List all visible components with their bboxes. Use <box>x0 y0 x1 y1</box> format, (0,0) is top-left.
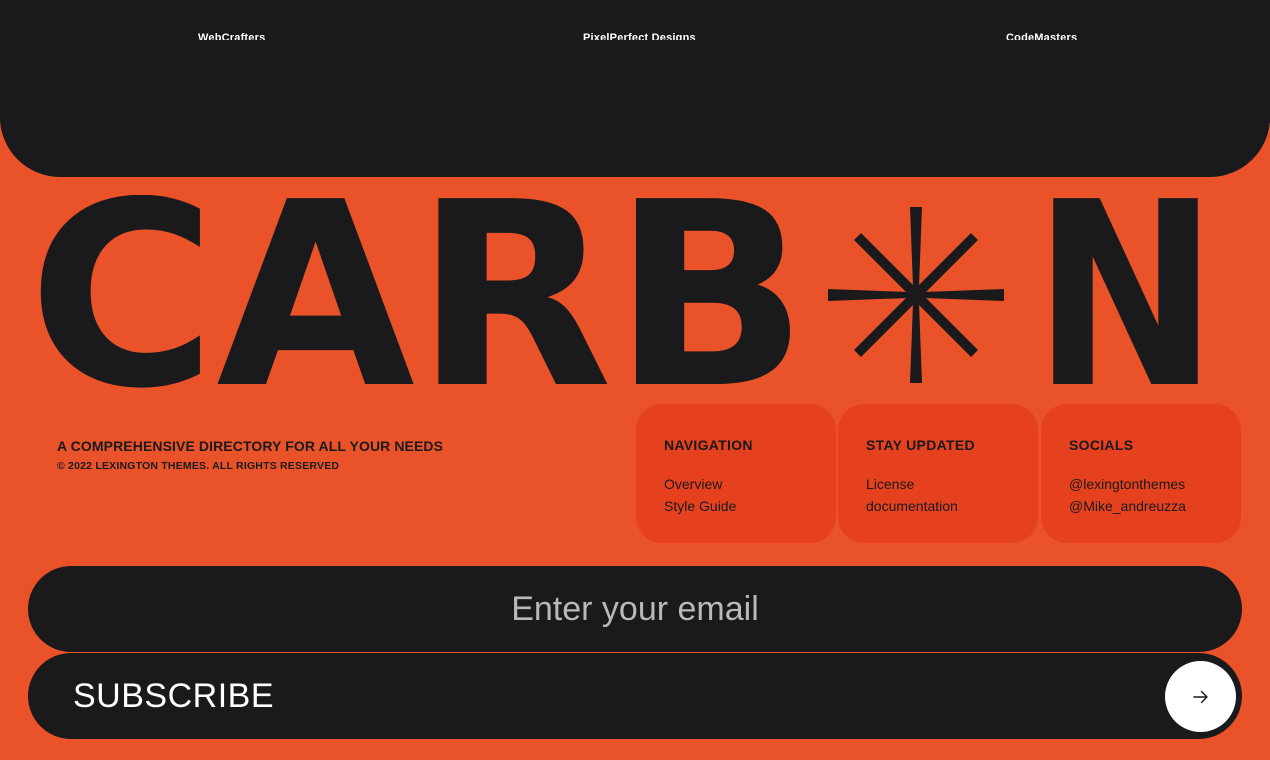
navigation-card: NAVIGATION Overview Style Guide <box>636 404 836 543</box>
partner-webcrafters[interactable]: WebCrafters <box>198 31 265 40</box>
email-field-container <box>28 566 1242 652</box>
social-link-mike-andreuzza[interactable]: @Mike_andreuzza <box>1069 495 1241 517</box>
logo-artwork: CARB N <box>28 195 1218 395</box>
arrow-right-icon[interactable] <box>1165 661 1236 732</box>
logo-letter-right: N <box>1033 195 1218 395</box>
partner-pixelperfect-designs[interactable]: PixelPerfect Designs <box>583 31 696 40</box>
tagline: A COMPREHENSIVE DIRECTORY FOR ALL YOUR N… <box>57 438 444 454</box>
socials-card: SOCIALS @lexingtonthemes @Mike_andreuzza <box>1041 404 1241 543</box>
stay-updated-title: STAY UPDATED <box>866 437 975 453</box>
copyright: © 2022 LEXINGTON THEMES. ALL RIGHTS RESE… <box>57 460 340 472</box>
stay-updated-card: STAY UPDATED License documentation <box>838 404 1038 543</box>
partners-band: WebCrafters PixelPerfect Designs CodeMas… <box>0 0 1270 177</box>
page: WebCrafters PixelPerfect Designs CodeMas… <box>0 0 1270 760</box>
navigation-title: NAVIGATION <box>664 437 753 453</box>
link-license[interactable]: License <box>866 473 1038 495</box>
brand-logo: CARB N <box>28 195 1228 395</box>
socials-title: SOCIALS <box>1069 437 1134 453</box>
nav-link-overview[interactable]: Overview <box>664 473 836 495</box>
link-documentation[interactable]: documentation <box>866 495 1038 517</box>
logo-letters-left: CARB <box>28 195 808 395</box>
nav-link-style-guide[interactable]: Style Guide <box>664 495 836 517</box>
social-link-lexingtonthemes[interactable]: @lexingtonthemes <box>1069 473 1241 495</box>
partner-codemasters[interactable]: CodeMasters <box>1006 31 1077 40</box>
subscribe-label: SUBSCRIBE <box>73 677 274 715</box>
email-input[interactable] <box>28 566 1242 652</box>
subscribe-button[interactable]: SUBSCRIBE <box>28 653 1242 739</box>
asterisk-icon <box>828 207 1004 383</box>
arrow-right-glyph <box>1192 690 1208 703</box>
